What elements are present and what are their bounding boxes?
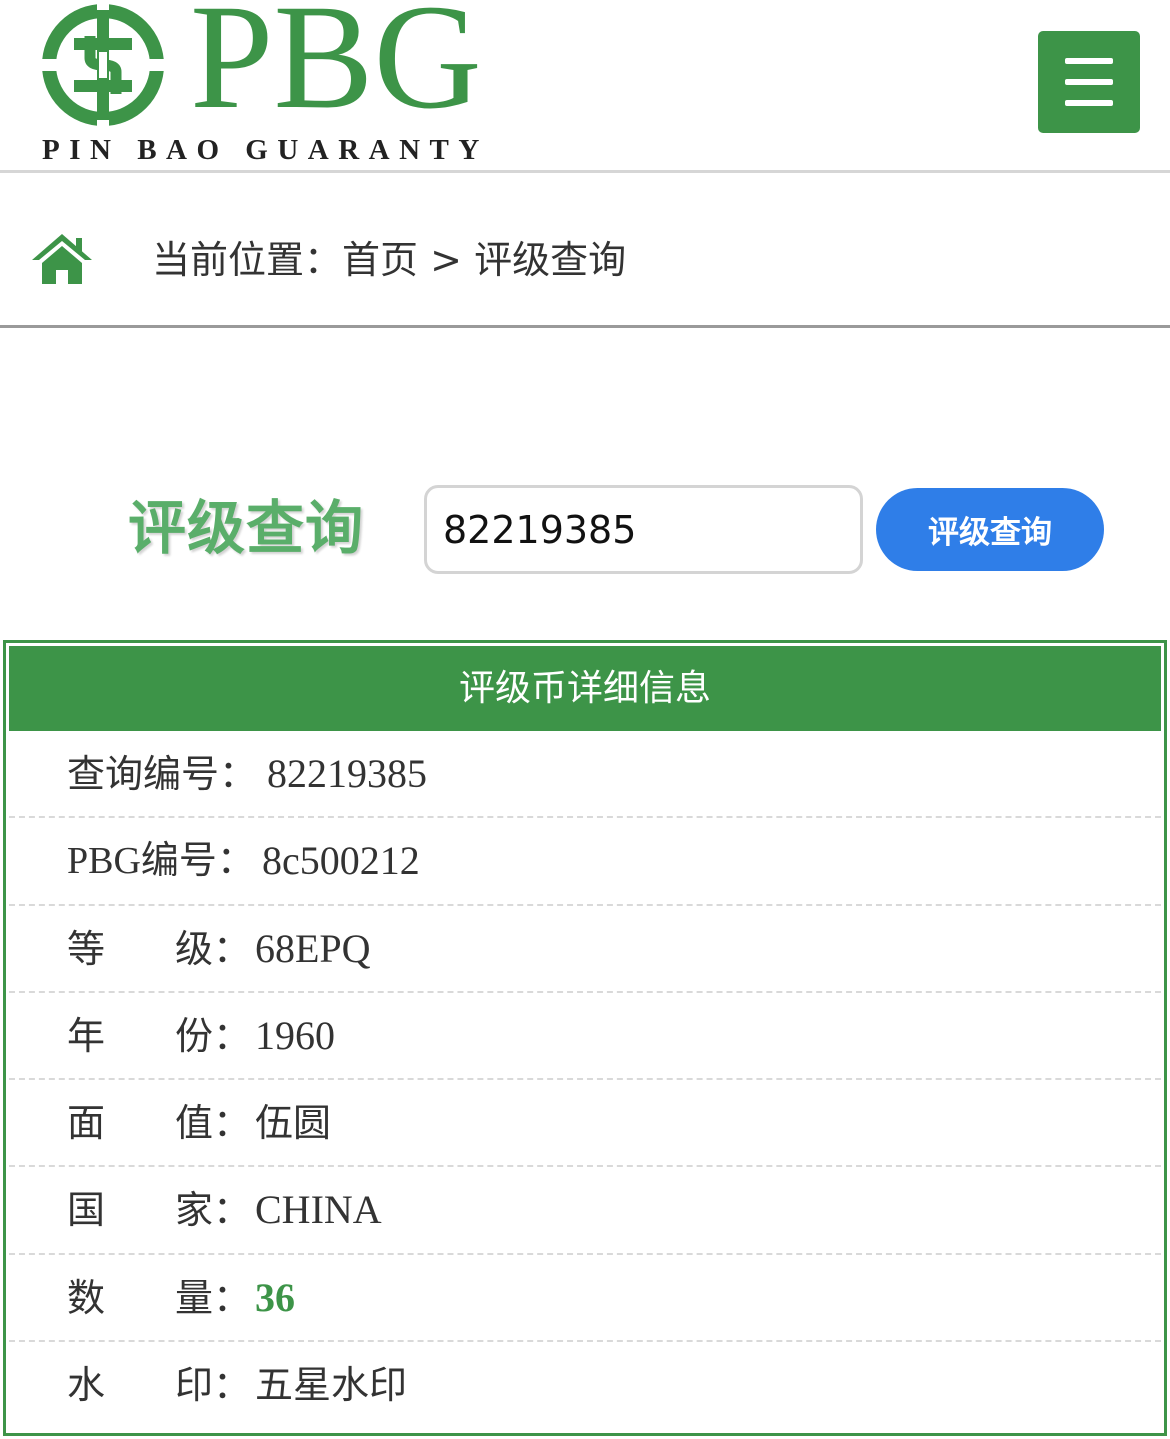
detail-row-year: 年份： 1960 [9,993,1161,1081]
detail-row-watermark: 水印： 五星水印 [9,1342,1161,1429]
detail-value: 82219385 [267,751,427,796]
breadcrumb-separator: > [430,238,462,282]
site-header: PBG PIN BAO GUARANTY [0,0,1170,173]
pbg-emblem-logo [42,4,164,126]
detail-value: 五星水印 [255,1363,408,1408]
breadcrumb-current: 评级查询 [474,238,627,282]
pbg-logo[interactable]: PBG PIN BAO GUARANTY [38,0,508,170]
detail-row-grade: 等级： 68EPQ [9,906,1161,993]
detail-value: 68EPQ [255,925,371,971]
search-button[interactable]: 评级查询 [876,488,1104,571]
detail-label: PBG编号： [67,840,255,883]
detail-row-quantity: 数量： 36 [9,1255,1161,1343]
logo-subtitle: PIN BAO GUARANTY [42,134,489,166]
menu-button[interactable] [1038,31,1140,133]
hamburger-menu-icon [1065,58,1113,64]
breadcrumb: 当前位置：首页 > 评级查询 [0,176,1170,328]
logo-wordmark: PBG [190,0,482,140]
detail-value: 8c500212 [262,838,420,884]
detail-row-country: 国家： CHINA [9,1167,1161,1255]
detail-row-query-number: 查询编号： 82219385 [9,731,1161,819]
detail-row-pbg-number: PBG编号： 8c500212 [9,818,1161,906]
breadcrumb-home-link[interactable]: 首页 [342,234,418,286]
hamburger-menu-icon [1065,100,1113,106]
detail-heading: 评级币详细信息 [9,646,1161,731]
detail-value: CHINA [255,1187,382,1233]
breadcrumb-trail: 当前位置：首页 > 评级查询 [152,234,626,286]
search-input[interactable] [424,485,863,574]
breadcrumb-prefix: 当前位置： [152,238,343,282]
detail-value: 伍圆 [255,1101,332,1146]
detail-panel: 评级币详细信息 查询编号： 82219385 PBG编号： 8c500212 等… [3,640,1167,1436]
hamburger-menu-icon [1065,79,1113,85]
detail-value: 36 [255,1274,295,1320]
detail-value: 1960 [255,1012,335,1058]
detail-label: 查询编号： [67,752,258,796]
home-icon[interactable] [30,232,94,286]
detail-row-denomination: 面值： 伍圆 [9,1080,1161,1168]
search-title: 评级查询 [128,494,365,562]
